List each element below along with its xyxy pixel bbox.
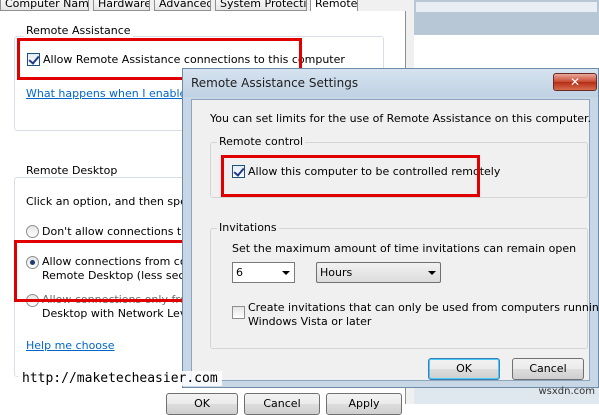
tab-computer-name[interactable]: Computer Name <box>0 0 89 11</box>
remote-assistance-group-title: Remote Assistance <box>24 24 133 37</box>
sysprops-apply-button[interactable]: Apply <box>326 393 402 415</box>
background-window-bar <box>416 2 597 12</box>
dialog-cancel-button[interactable]: Cancel <box>512 358 584 380</box>
time-unit-value: Hours <box>320 266 353 279</box>
max-time-label: Set the maximum amount of time invitatio… <box>232 242 577 255</box>
dont-allow-radio[interactable] <box>26 225 39 238</box>
vista-only-label-line1: Create invitations that can only be used… <box>248 301 599 314</box>
remote-control-group-title: Remote control <box>217 135 306 148</box>
time-amount-value: 6 <box>236 266 243 279</box>
corner-watermark: wsxdn.com <box>538 386 595 397</box>
help-me-choose-link[interactable]: Help me choose <box>26 339 115 352</box>
vista-only-label-line2: Windows Vista or later <box>248 315 372 328</box>
sysprops-cancel-button[interactable]: Cancel <box>244 393 320 415</box>
close-icon[interactable]: ✕ <box>553 73 597 91</box>
highlight-allow-controlled-remotely <box>221 155 480 197</box>
dialog-intro-text: You can set limits for the use of Remote… <box>210 112 592 125</box>
tab-hardware[interactable]: Hardware <box>93 0 150 11</box>
dialog-body: You can set limits for the use of Remote… <box>191 99 599 381</box>
dialog-titlebar[interactable]: Remote Assistance Settings ✕ <box>183 69 598 97</box>
tab-advanced[interactable]: Advanced <box>154 0 211 11</box>
dialog-title: Remote Assistance Settings <box>191 76 359 90</box>
remote-desktop-group-title: Remote Desktop <box>24 164 120 177</box>
what-happens-link[interactable]: What happens when I enable Re <box>26 87 204 100</box>
sysprops-ok-button[interactable]: OK <box>166 393 238 415</box>
chevron-down-icon <box>282 271 290 275</box>
vista-only-checkbox[interactable] <box>232 306 245 319</box>
dialog-ok-button[interactable]: OK <box>428 358 500 380</box>
watermark-url: http://maketecheasier.com <box>18 371 222 386</box>
time-amount-select[interactable]: 6 <box>232 262 295 283</box>
invitations-group-title: Invitations <box>217 221 279 234</box>
chevron-down-icon <box>428 271 436 275</box>
time-unit-select[interactable]: Hours <box>316 262 441 283</box>
remote-desktop-instruction: Click an option, and then specify <box>26 195 207 208</box>
remote-assistance-settings-dialog: Remote Assistance Settings ✕ You can set… <box>182 68 599 388</box>
tab-system-protection[interactable]: System Protection <box>215 0 307 11</box>
